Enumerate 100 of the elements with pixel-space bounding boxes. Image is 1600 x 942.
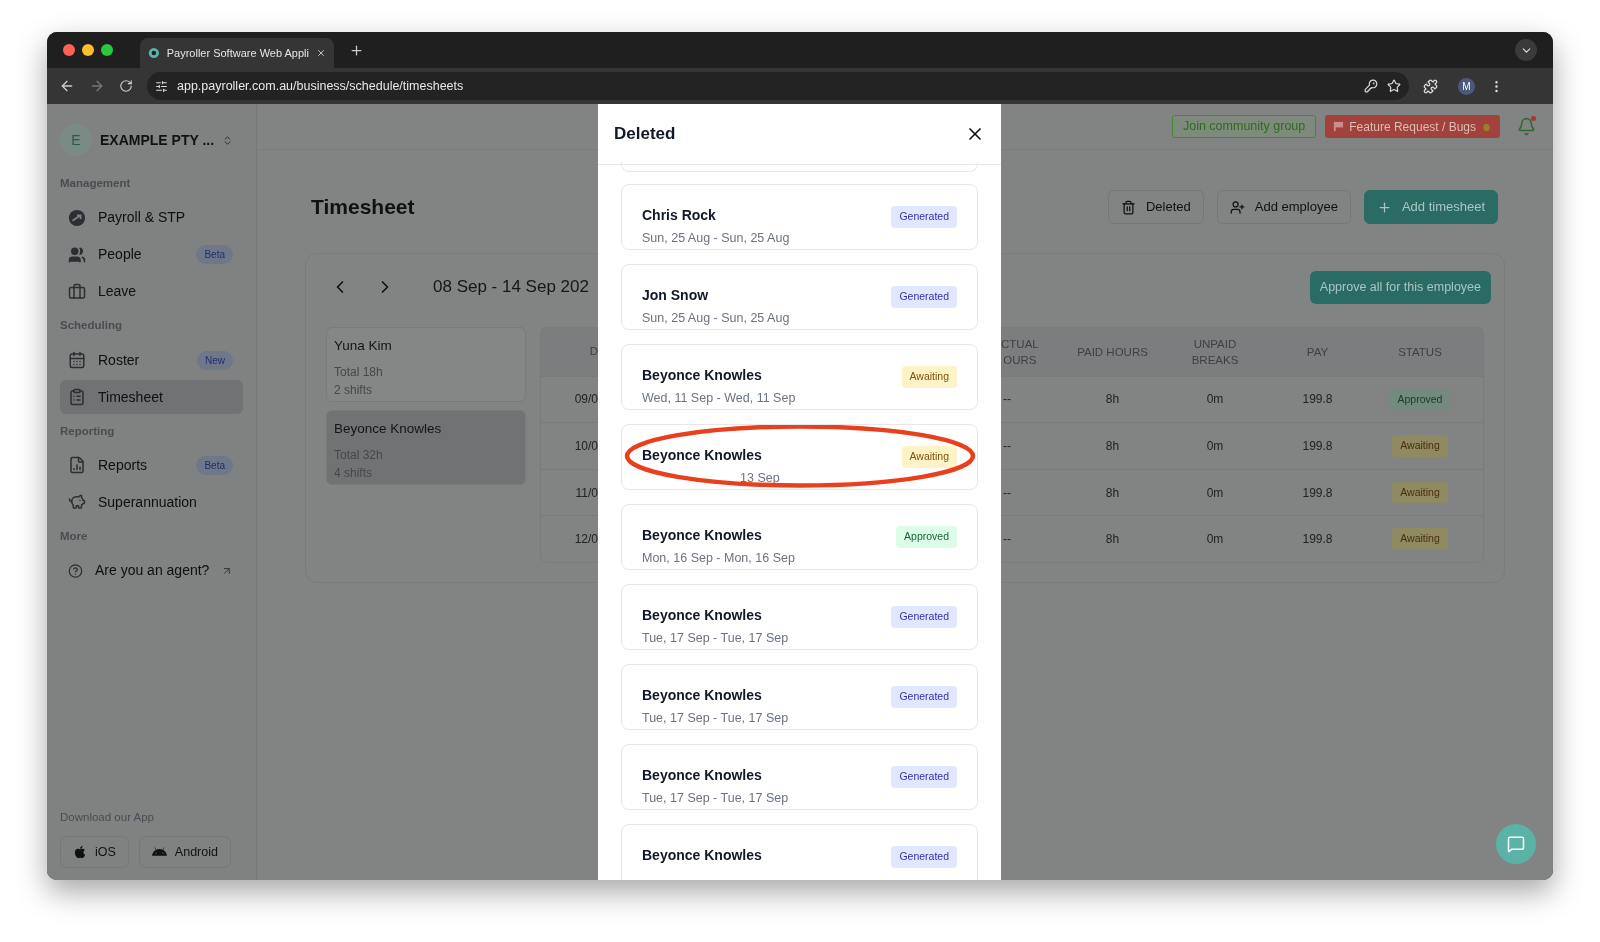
chat-button[interactable]: [1496, 824, 1536, 864]
table-cell-text: 0m: [1206, 391, 1224, 409]
deleted-timesheet-card[interactable]: Beyonce Knowles Wed, 11 Sep - Wed, 11 Sep Awaiting: [621, 344, 978, 410]
deleted-timesheet-card[interactable]: Beyonce Knowles Tue, 17 Sep - Tue, 17 Sep Generated: [621, 664, 978, 730]
dialog-title: Deleted: [614, 123, 676, 146]
employee-name: Beyonce Knowles: [334, 420, 443, 438]
table-cell-text: 8h: [1105, 531, 1120, 549]
employee-total: Total 18h: [334, 364, 384, 382]
table-cell-text: 199.8: [1302, 391, 1333, 409]
calendar-icon: [68, 351, 86, 369]
deleted-timesheet-card[interactable]: Beyonce Knowles Tue, 17 Sep - Tue, 17 Sep Generated: [621, 744, 978, 810]
status-badge: Approved: [896, 526, 957, 548]
table-cell-text: --: [1003, 531, 1011, 549]
table-cell-text: 0m: [1206, 531, 1224, 549]
feature-request-button[interactable]: Feature Request / Bugs: [1325, 115, 1500, 138]
employee-name: Beyonce Knowles: [642, 526, 763, 545]
user-plus-icon: [1229, 199, 1245, 215]
status-badge: Awaiting: [1392, 435, 1448, 457]
deleted-timesheet-card[interactable]: Chris Rock Sun, 25 Aug - Sun, 25 Aug Generated: [621, 184, 978, 250]
chat-icon: [1507, 835, 1525, 853]
status-badge: Generated: [891, 766, 957, 788]
report-icon: [68, 456, 86, 475]
browser-tab[interactable]: Payroller Software Web Appli: [140, 38, 334, 68]
employee-card[interactable]: Yuna Kim Total 18h 2 shifts: [326, 327, 526, 402]
deleted-timesheet-card[interactable]: Beyonce Knowles Tue, 17 Sep - Tue, 17 Sep Generated: [621, 584, 978, 650]
deleted-timesheet-card[interactable]: Beyonce Knowles 13 Sep Awaiting: [621, 424, 978, 490]
employee-name: Chris Rock: [642, 206, 717, 225]
status-badge: Generated: [891, 206, 957, 228]
status-badge: Generated: [891, 286, 957, 308]
status-badge: Approved: [1389, 388, 1451, 411]
table-cell-text: 8h: [1105, 391, 1120, 409]
site-logo-icon: [148, 46, 160, 60]
plus-icon: [1376, 199, 1392, 215]
shift-dates: Mon, 16 Sep - Mon, 16 Sep: [642, 550, 795, 567]
toolbar-button[interactable]: Add timesheet: [1363, 190, 1498, 224]
table-cell-text: --: [1003, 438, 1011, 455]
piggy-bank-icon: [68, 493, 86, 512]
shift-dates: Tue, 17 Sep - Tue, 17 Sep: [642, 630, 789, 647]
toolbar-button[interactable]: Deleted: [1107, 190, 1204, 224]
tab-menu-button[interactable]: [1515, 39, 1537, 61]
deleted-timesheet-card[interactable]: Jon Snow Sun, 25 Aug - Sun, 25 Aug Generated: [621, 264, 978, 330]
page-title: Timesheet: [311, 194, 415, 221]
company-name[interactable]: EXAMPLE PTY ...: [100, 129, 215, 151]
employee-name: Beyonce Knowles: [642, 446, 763, 465]
table-cell-text: 0m: [1206, 484, 1224, 502]
status-badge: Generated: [891, 686, 957, 708]
column-header: UNPAID BREAKS: [1191, 336, 1239, 368]
table-cell-text: 199.8: [1302, 438, 1333, 455]
reload-icon[interactable]: [119, 79, 133, 93]
nav-item[interactable]: Timesheet: [60, 380, 243, 414]
deleted-timesheet-card[interactable]: Beyonce Knowles Generated: [621, 824, 978, 880]
table-cell-text: 09/0: [574, 391, 598, 409]
nav-badge: Beta: [196, 455, 233, 475]
status-badge: Generated: [891, 846, 957, 868]
briefcase-icon: [68, 282, 86, 301]
close-tab-icon[interactable]: [315, 47, 326, 59]
site-settings-icon[interactable]: [155, 79, 168, 93]
shift-dates: Wed, 11 Sep - Wed, 11 Sep: [642, 390, 796, 407]
employee-name: Jon Snow: [642, 286, 710, 305]
table-cell-text: 10/0: [574, 438, 598, 455]
flag-icon: [1333, 121, 1345, 132]
approve-all-button[interactable]: Approve all for this employee: [1309, 270, 1491, 304]
status-badge: Awaiting: [1392, 528, 1448, 551]
table-cell-text: 0m: [1206, 438, 1224, 455]
app-store-button[interactable]: iOS: [60, 836, 129, 868]
column-header: PAY: [1306, 344, 1329, 360]
help-icon: [68, 561, 83, 580]
employee-name: Beyonce Knowles: [642, 606, 763, 625]
shift-dates: 13 Sep: [739, 470, 780, 487]
tab-title: Payroller Software Web Appli: [166, 45, 309, 61]
nav-badge: Beta: [196, 245, 233, 265]
shift-dates: Sun, 25 Aug - Sun, 25 Aug: [642, 310, 790, 327]
profile-avatar[interactable]: M: [1458, 77, 1475, 95]
back-icon[interactable]: [59, 78, 75, 94]
status-badge: Awaiting: [901, 446, 957, 468]
table-cell-text: --: [1003, 484, 1011, 502]
employee-name: Beyonce Knowles: [642, 846, 762, 865]
trash-icon: [1120, 199, 1136, 215]
column-header: D: [589, 344, 598, 360]
status-badge: Awaiting: [1392, 481, 1448, 504]
table-cell-text: 8h: [1105, 438, 1120, 455]
employee-name: Beyonce Knowles: [642, 366, 763, 385]
column-header: PAID HOURS: [1077, 344, 1148, 360]
new-tab-icon[interactable]: [349, 42, 364, 58]
nav-badge: New: [197, 350, 233, 370]
table-cell-text: 199.8: [1302, 531, 1333, 549]
app-store-button[interactable]: Android: [138, 836, 231, 868]
extensions-icon[interactable]: [1423, 78, 1438, 94]
address-bar[interactable]: app.payroller.com.au/business/schedule/timesheets: [147, 72, 1409, 100]
date-range: 08 Sep - 14 Sep 202: [433, 276, 589, 299]
table-cell-text: 8h: [1105, 484, 1120, 502]
key-icon[interactable]: [1364, 79, 1378, 93]
bookmark-star-icon[interactable]: [1387, 79, 1401, 93]
toolbar-button[interactable]: Add employee: [1216, 190, 1351, 224]
table-cell-text: 199.8: [1302, 484, 1333, 502]
column-header: CTUAL OURS: [1001, 336, 1039, 368]
deleted-timesheet-card[interactable]: Beyonce Knowles Mon, 16 Sep - Mon, 16 Sep Approved: [621, 504, 978, 570]
column-header: STATUS: [1398, 344, 1442, 360]
forward-icon[interactable]: [89, 78, 105, 94]
shift-dates: Tue, 17 Sep - Tue, 17 Sep: [642, 710, 789, 727]
